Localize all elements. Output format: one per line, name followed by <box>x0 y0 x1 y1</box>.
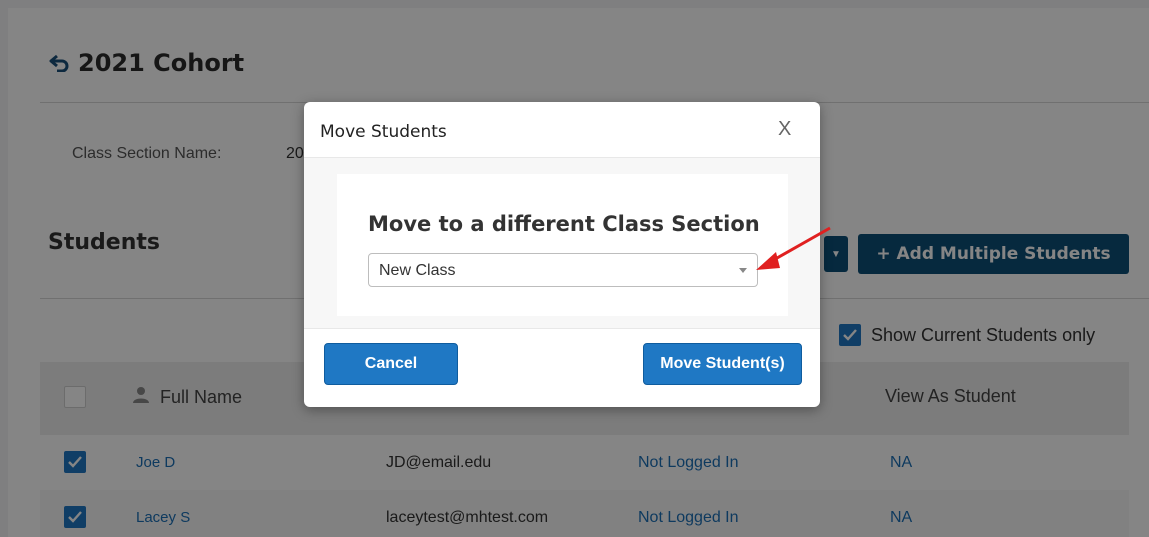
select-value: New Class <box>379 262 456 279</box>
modal-header: Move Students X <box>304 102 820 158</box>
class-section-select[interactable]: New Class <box>368 253 758 287</box>
modal-title: Move Students <box>320 122 447 142</box>
move-heading: Move to a different Class Section <box>368 212 760 236</box>
move-students-button[interactable]: Move Student(s) <box>643 343 802 385</box>
annotation-arrow-icon <box>756 226 831 270</box>
cancel-button[interactable]: Cancel <box>324 343 458 385</box>
close-icon[interactable]: X <box>778 118 791 141</box>
modal-body-card: Move to a different Class Section New Cl… <box>337 174 788 316</box>
modal-footer: Cancel Move Student(s) <box>304 328 820 407</box>
